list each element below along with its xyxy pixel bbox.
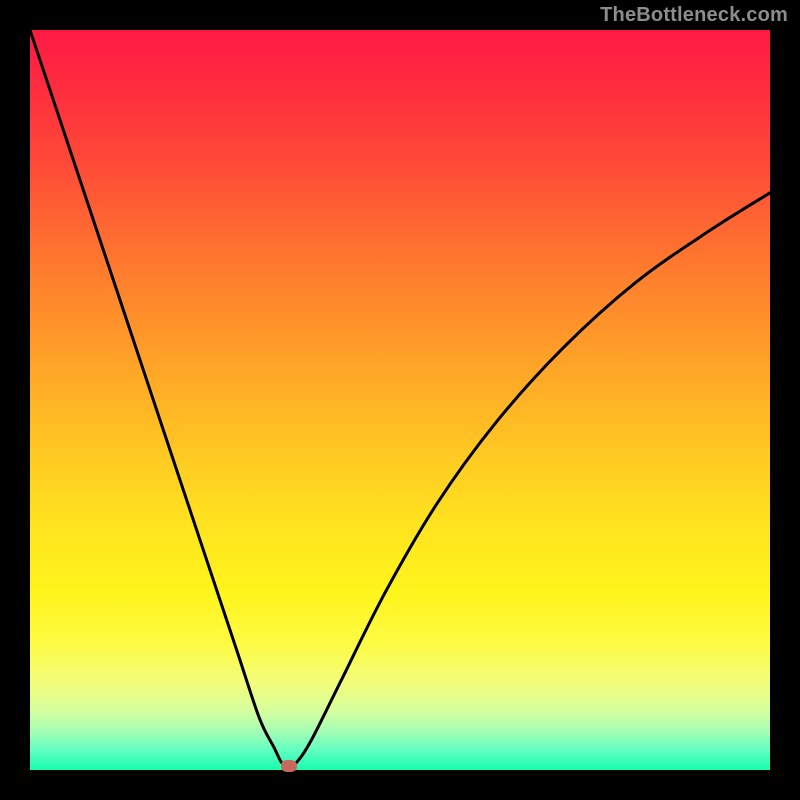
watermark-text: TheBottleneck.com [600,4,788,27]
plot-area [30,30,770,770]
curve-svg [30,30,770,770]
chart-frame: TheBottleneck.com [0,0,800,800]
optimal-point-marker [281,760,297,772]
bottleneck-curve-path [30,30,770,766]
